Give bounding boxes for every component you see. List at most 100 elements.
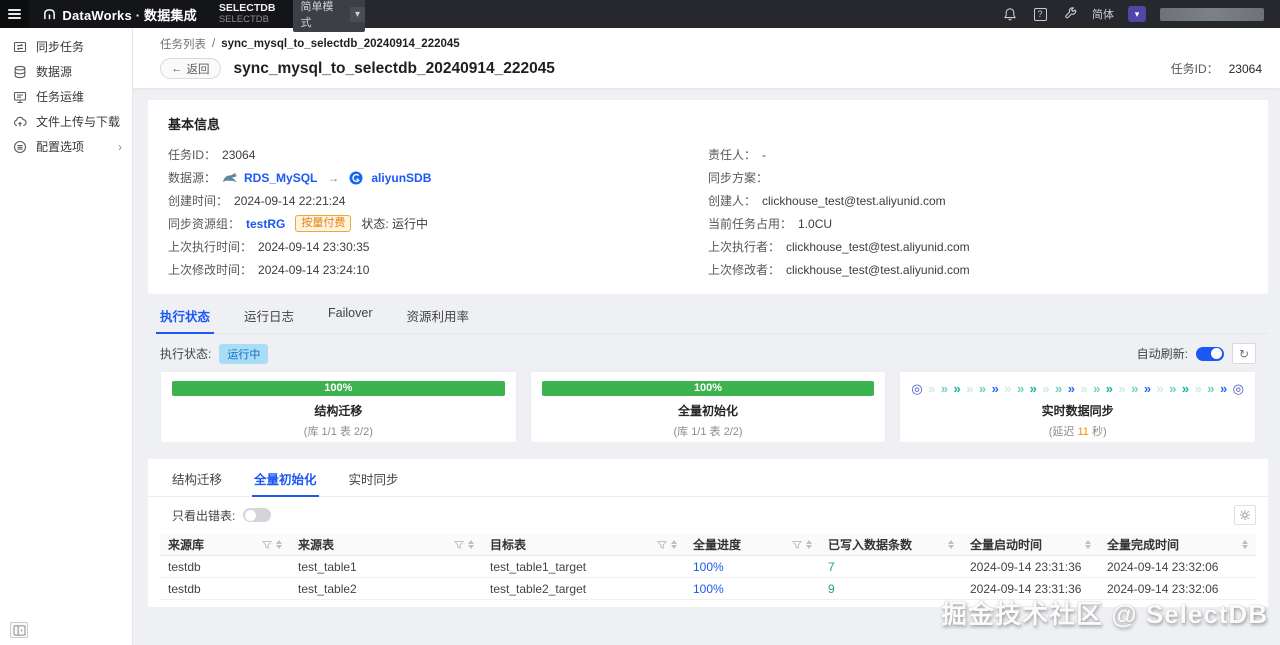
sort-icon[interactable] (671, 540, 677, 549)
chevron-right-icon: › (118, 139, 122, 154)
column-header-source-table[interactable]: 来源表 (290, 536, 482, 553)
detail-tab-realtime-sync[interactable]: 实时同步 (349, 469, 399, 496)
filter-icon[interactable] (454, 540, 464, 550)
column-header-written-rows[interactable]: 已写入数据条数 (820, 536, 962, 553)
sidebar-item-task-ops[interactable]: 任务运维 (0, 84, 132, 109)
account-avatar[interactable]: ▾ (1128, 6, 1146, 22)
back-label: 返回 (186, 63, 210, 76)
basic-info-grid: 任务ID： 23064 数据源： RDS_MySQL → aliyunSDB 创… (168, 143, 1248, 281)
sync-endpoint-icon: ◎ (911, 381, 923, 396)
error-only-label: 只看出错表: (172, 508, 236, 523)
sync-chevron-icon: » (1016, 382, 1025, 395)
column-header-progress[interactable]: 全量进度 (685, 536, 820, 553)
target-datasource-link[interactable]: aliyunSDB (371, 171, 431, 185)
workspace-subtitle: SELECTDB (218, 13, 269, 25)
main-content: 任务列表 / sync_mysql_to_selectdb_20240914_2… (133, 28, 1280, 645)
column-header-target-table[interactable]: 目标表 (482, 536, 685, 553)
filter-icon[interactable] (657, 540, 667, 550)
sidebar-item-sync-tasks[interactable]: 同步任务 (0, 34, 132, 59)
chevron-down-icon: ▾ (349, 6, 365, 22)
detail-tab-full-initialization[interactable]: 全量初始化 (252, 469, 319, 497)
page-title: sync_mysql_to_selectdb_20240914_222045 (233, 59, 555, 77)
back-button[interactable]: ← 返回 (160, 58, 221, 79)
sync-chevron-icon: » (1093, 382, 1101, 395)
resource-group-status: 状态: 运行中 (361, 217, 429, 231)
status-bar: 执行状态: 运行中 自动刷新: ↻ (160, 343, 1268, 364)
hamburger-menu-icon[interactable] (0, 0, 30, 28)
sort-icon[interactable] (806, 540, 812, 549)
task-id-label: 任务ID： (1170, 62, 1219, 76)
sync-chevron-icon: » (1029, 382, 1037, 395)
progress-bar: 100% (541, 381, 875, 396)
tab-run-logs[interactable]: 运行日志 (244, 306, 294, 333)
sidebar-item-label: 配置选项 (36, 140, 85, 154)
delay-seconds: 11 (1077, 426, 1089, 438)
task-id-header: 任务ID： 23064 (1171, 60, 1266, 77)
filter-icon[interactable] (262, 540, 272, 550)
workspace-name: SELECTDB (218, 2, 276, 14)
source-datasource-link[interactable]: RDS_MySQL (244, 171, 317, 185)
back-arrow-icon: ← (171, 62, 183, 75)
sort-icon[interactable] (468, 540, 474, 549)
tab-resource-utilization[interactable]: 资源利用率 (407, 306, 470, 333)
sort-icon[interactable] (948, 540, 954, 549)
sort-icon[interactable] (276, 540, 282, 549)
cloud-upload-icon (13, 115, 27, 129)
notification-bell-icon[interactable] (1002, 6, 1018, 22)
sync-chevron-icon: » (966, 382, 974, 395)
sidebar-collapse-button[interactable] (10, 622, 28, 638)
realtime-delay: (延迟 11 秒) (1048, 426, 1107, 438)
help-icon[interactable]: ? (1032, 6, 1048, 22)
sync-chevron-icon: » (1143, 382, 1152, 395)
sync-chevron-icon: » (1207, 382, 1215, 395)
watermark: 掘金技术社区 @ SelectDB (941, 599, 1268, 629)
gear-icon (1240, 510, 1250, 520)
sync-chevron-icon: » (1067, 382, 1075, 395)
sidebar-item-config-options[interactable]: 配置选项 › (0, 134, 132, 159)
sidebar-item-file-transfer[interactable]: 文件上传与下载 (0, 109, 132, 134)
field-last-modified-time: 上次修改时间： 2024-09-14 23:24:10 (168, 262, 370, 278)
running-status-badge: 运行中 (219, 343, 269, 364)
title-row: ← 返回 sync_mysql_to_selectdb_20240914_222… (160, 58, 1266, 79)
settings-circle-icon (13, 140, 27, 154)
tab-execution-status[interactable]: 执行状态 (155, 306, 215, 334)
field-last-modifier: 上次修改者： clickhouse_test@test.aliyunid.com (708, 262, 970, 278)
field-created-time: 创建时间： 2024-09-14 22:21:24 (168, 193, 346, 209)
progress-link[interactable]: 100% (693, 560, 724, 574)
top-bar: DataWorks · 数据集成 SELECTDB SELECTDB 简单模式 … (0, 0, 1280, 32)
sync-chevron-icon: » (1181, 382, 1190, 395)
sort-icon[interactable] (1242, 540, 1248, 549)
auto-refresh-toggle[interactable] (1196, 346, 1224, 361)
sync-chevron-icon: » (1219, 382, 1228, 395)
error-only-toggle[interactable] (243, 508, 272, 522)
sidebar-item-datasources[interactable]: 数据源 (0, 59, 132, 84)
card-full-initialization: 100% 全量初始化 (库 1/1 表 2/2) (529, 371, 887, 443)
breadcrumb-current: sync_mysql_to_selectdb_20240914_222045 (221, 38, 460, 50)
column-header-start-time[interactable]: 全量启动时间 (962, 536, 1099, 553)
sync-chevron-icon: » (991, 382, 999, 395)
sync-chevron-icon: » (1194, 382, 1202, 395)
detail-tab-structure-migration[interactable]: 结构迁移 (172, 469, 222, 496)
mode-selector[interactable]: 简单模式 ▾ (293, 0, 365, 32)
basic-info-right-column: 责任人： - 同步方案： 创建人： clickhouse_test@test.a… (708, 143, 1248, 281)
column-header-end-time[interactable]: 全量完成时间 (1099, 536, 1256, 553)
workspace-selector[interactable]: SELECTDB SELECTDB (218, 2, 276, 25)
basic-info-title: 基本信息 (168, 117, 221, 132)
sync-arrows-track: » » » » » » » » » » » » » » » » » » » » » » » » (923, 382, 1233, 395)
sync-chevron-icon: » (928, 382, 936, 395)
refresh-button[interactable]: ↻ (1232, 343, 1256, 364)
breadcrumb: 任务列表 / sync_mysql_to_selectdb_20240914_2… (160, 36, 1266, 52)
tab-failover[interactable]: Failover (328, 306, 372, 333)
auto-refresh-label: 自动刷新: (1136, 347, 1188, 361)
tools-wrench-icon[interactable] (1062, 6, 1078, 22)
task-id-value: 23064 (1228, 62, 1262, 76)
resource-group-link[interactable]: testRG (246, 217, 285, 231)
progress-link[interactable]: 100% (693, 582, 724, 596)
column-header-source-db[interactable]: 来源库 (160, 536, 290, 553)
filter-icon[interactable] (792, 540, 802, 550)
dataworks-logo-icon (43, 8, 56, 21)
sort-icon[interactable] (1085, 540, 1091, 549)
breadcrumb-root[interactable]: 任务列表 (160, 36, 206, 52)
column-settings-button[interactable] (1234, 505, 1256, 525)
language-selector[interactable]: 简体 (1092, 6, 1114, 22)
